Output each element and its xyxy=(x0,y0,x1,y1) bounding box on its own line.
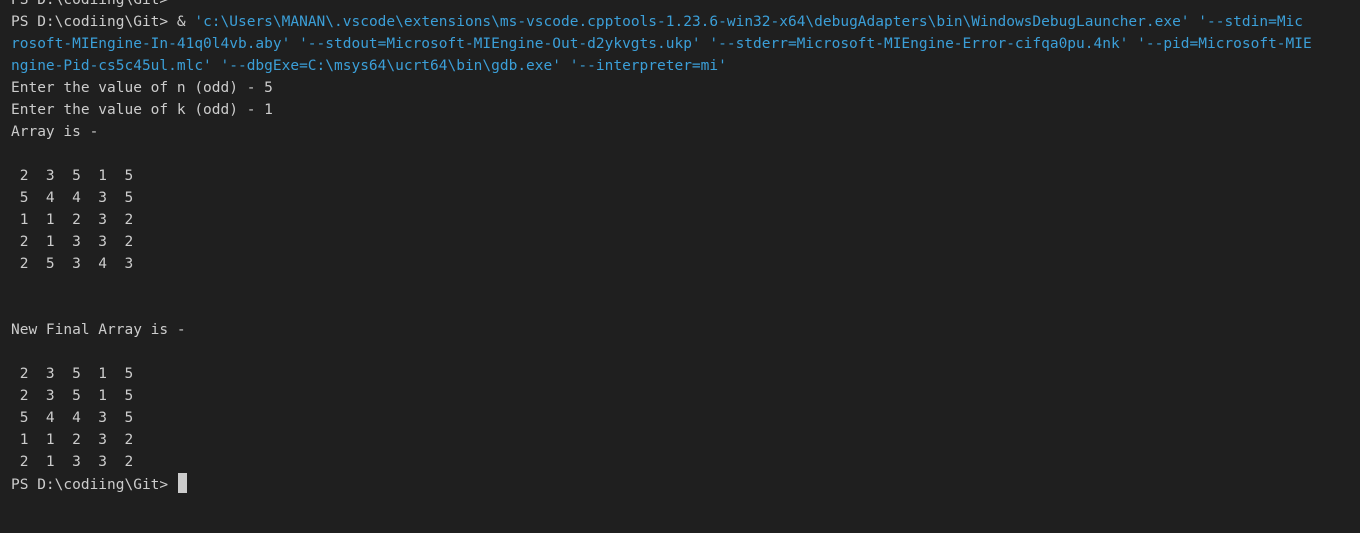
terminal-output: PS D:\codiing\Git> PS D:\codiing\Git> & … xyxy=(11,0,1360,495)
command-args-part1: 'c:\Users\MANAN\.vscode\extensions\ms-vs… xyxy=(194,14,1304,30)
array-row: 2 1 3 3 2 xyxy=(11,234,134,250)
output-line-k: Enter the value of k (odd) - 1 xyxy=(11,102,273,118)
final-array-row: 5 4 4 3 5 xyxy=(11,410,134,426)
command-prompt: PS D:\codiing\Git> xyxy=(11,14,169,30)
array-row: 2 5 3 4 3 xyxy=(11,256,134,272)
command-args-part2: rosoft-MIEngine-In-41q0l4vb.aby' '--stdo… xyxy=(11,36,1312,52)
final-array-row: 1 1 2 3 2 xyxy=(11,432,134,448)
terminal-cursor xyxy=(177,473,187,493)
command-args-part3: ngine-Pid-cs5c45ul.mlc' '--dbgExe=C:\msy… xyxy=(11,58,727,74)
output-line-n: Enter the value of n (odd) - 5 xyxy=(11,80,273,96)
command-line: PS D:\codiing\Git> & 'c:\Users\MANAN\.vs… xyxy=(11,11,1360,33)
prompt-text: PS D:\codiing\Git> xyxy=(11,477,169,493)
final-array-row: 2 1 3 3 2 xyxy=(11,454,134,470)
array-row: 1 1 2 3 2 xyxy=(11,212,134,228)
final-array-row: 2 3 5 1 5 xyxy=(11,366,134,382)
prompt-line-top: PS D:\codiing\Git> xyxy=(11,0,169,8)
output-final-label: New Final Array is - xyxy=(11,322,186,338)
output-array-label: Array is - xyxy=(11,124,99,140)
array-row: 2 3 5 1 5 xyxy=(11,168,134,184)
terminal-panel[interactable]: PS D:\codiing\Git> PS D:\codiing\Git> & … xyxy=(0,0,1360,533)
final-array-row: 2 3 5 1 5 xyxy=(11,388,134,404)
command-operator: & xyxy=(168,14,195,30)
prompt-line-bottom[interactable]: PS D:\codiing\Git> xyxy=(11,473,1360,495)
array-row: 5 4 4 3 5 xyxy=(11,190,134,206)
